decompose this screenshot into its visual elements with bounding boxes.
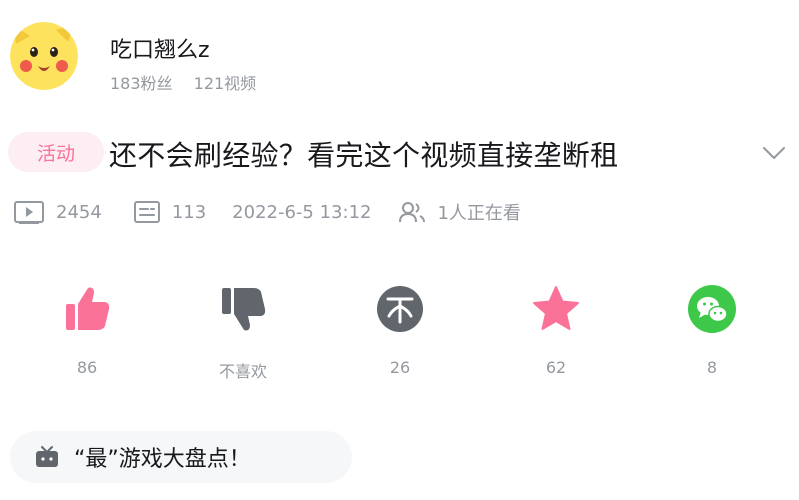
thumbs-up-icon bbox=[66, 287, 110, 330]
viewers-icon bbox=[399, 202, 426, 223]
topic-text: “最”游戏大盘点！ bbox=[74, 447, 251, 472]
danmaku-count: 113 bbox=[132, 199, 206, 225]
coin-icon bbox=[377, 286, 423, 332]
share-count: 8 bbox=[706, 358, 718, 377]
star-icon bbox=[533, 286, 579, 330]
publish-date: 2022-6-5 13:12 bbox=[232, 202, 371, 223]
uploader-header: 吃口翘么z 183粉丝 121视频 bbox=[10, 22, 510, 98]
avatar[interactable] bbox=[10, 22, 78, 90]
play-count-value: 2454 bbox=[56, 201, 102, 223]
dislike-button[interactable]: 不喜欢 bbox=[188, 280, 298, 390]
fans-count: 183粉丝 bbox=[110, 74, 173, 93]
publish-date-value: 2022-6-5 13:12 bbox=[232, 201, 372, 223]
dislike-label: 不喜欢 bbox=[218, 362, 267, 381]
videos-count: 121视频 bbox=[193, 74, 257, 93]
coin-button[interactable]: 26 bbox=[345, 280, 455, 390]
danmaku-icon bbox=[133, 201, 160, 223]
uploader-name[interactable]: 吃口翘么z bbox=[110, 32, 210, 64]
watching-now-value: 1人正在看 bbox=[437, 203, 521, 224]
activity-tag[interactable]: 活动 bbox=[8, 132, 104, 172]
expand-description-button[interactable] bbox=[759, 138, 789, 168]
like-button[interactable]: 86 bbox=[32, 280, 142, 390]
wechat-icon bbox=[688, 285, 736, 333]
danmaku-count-value: 113 bbox=[171, 201, 207, 223]
coin-count: 26 bbox=[389, 358, 411, 377]
like-count: 86 bbox=[76, 358, 98, 377]
favorite-count: 62 bbox=[545, 358, 567, 377]
action-bar: 86 不喜欢 26 62 8 bbox=[0, 280, 799, 390]
video-title: 还不会刷经验？看完这个视频直接垄断租 bbox=[109, 139, 619, 172]
uploader-stats: 183粉丝 121视频 bbox=[110, 70, 256, 94]
video-title-row: 活动 还不会刷经验？看完这个视频直接垄断租 bbox=[8, 128, 793, 176]
topic-pill[interactable]: “最”游戏大盘点！ bbox=[10, 431, 352, 483]
play-count: 2454 bbox=[12, 199, 102, 225]
video-meta-row: 2454 113 2022-6-5 13:12 1人正在看 bbox=[12, 197, 521, 227]
thumbs-down-icon bbox=[222, 288, 266, 331]
chevron-down-icon bbox=[763, 147, 785, 159]
favorite-button[interactable]: 62 bbox=[501, 280, 611, 390]
pikachu-avatar-icon bbox=[10, 22, 78, 90]
tv-icon bbox=[36, 446, 58, 467]
play-icon bbox=[14, 201, 44, 224]
share-wechat-button[interactable]: 8 bbox=[657, 280, 767, 390]
watching-now: 1人正在看 bbox=[397, 199, 521, 225]
